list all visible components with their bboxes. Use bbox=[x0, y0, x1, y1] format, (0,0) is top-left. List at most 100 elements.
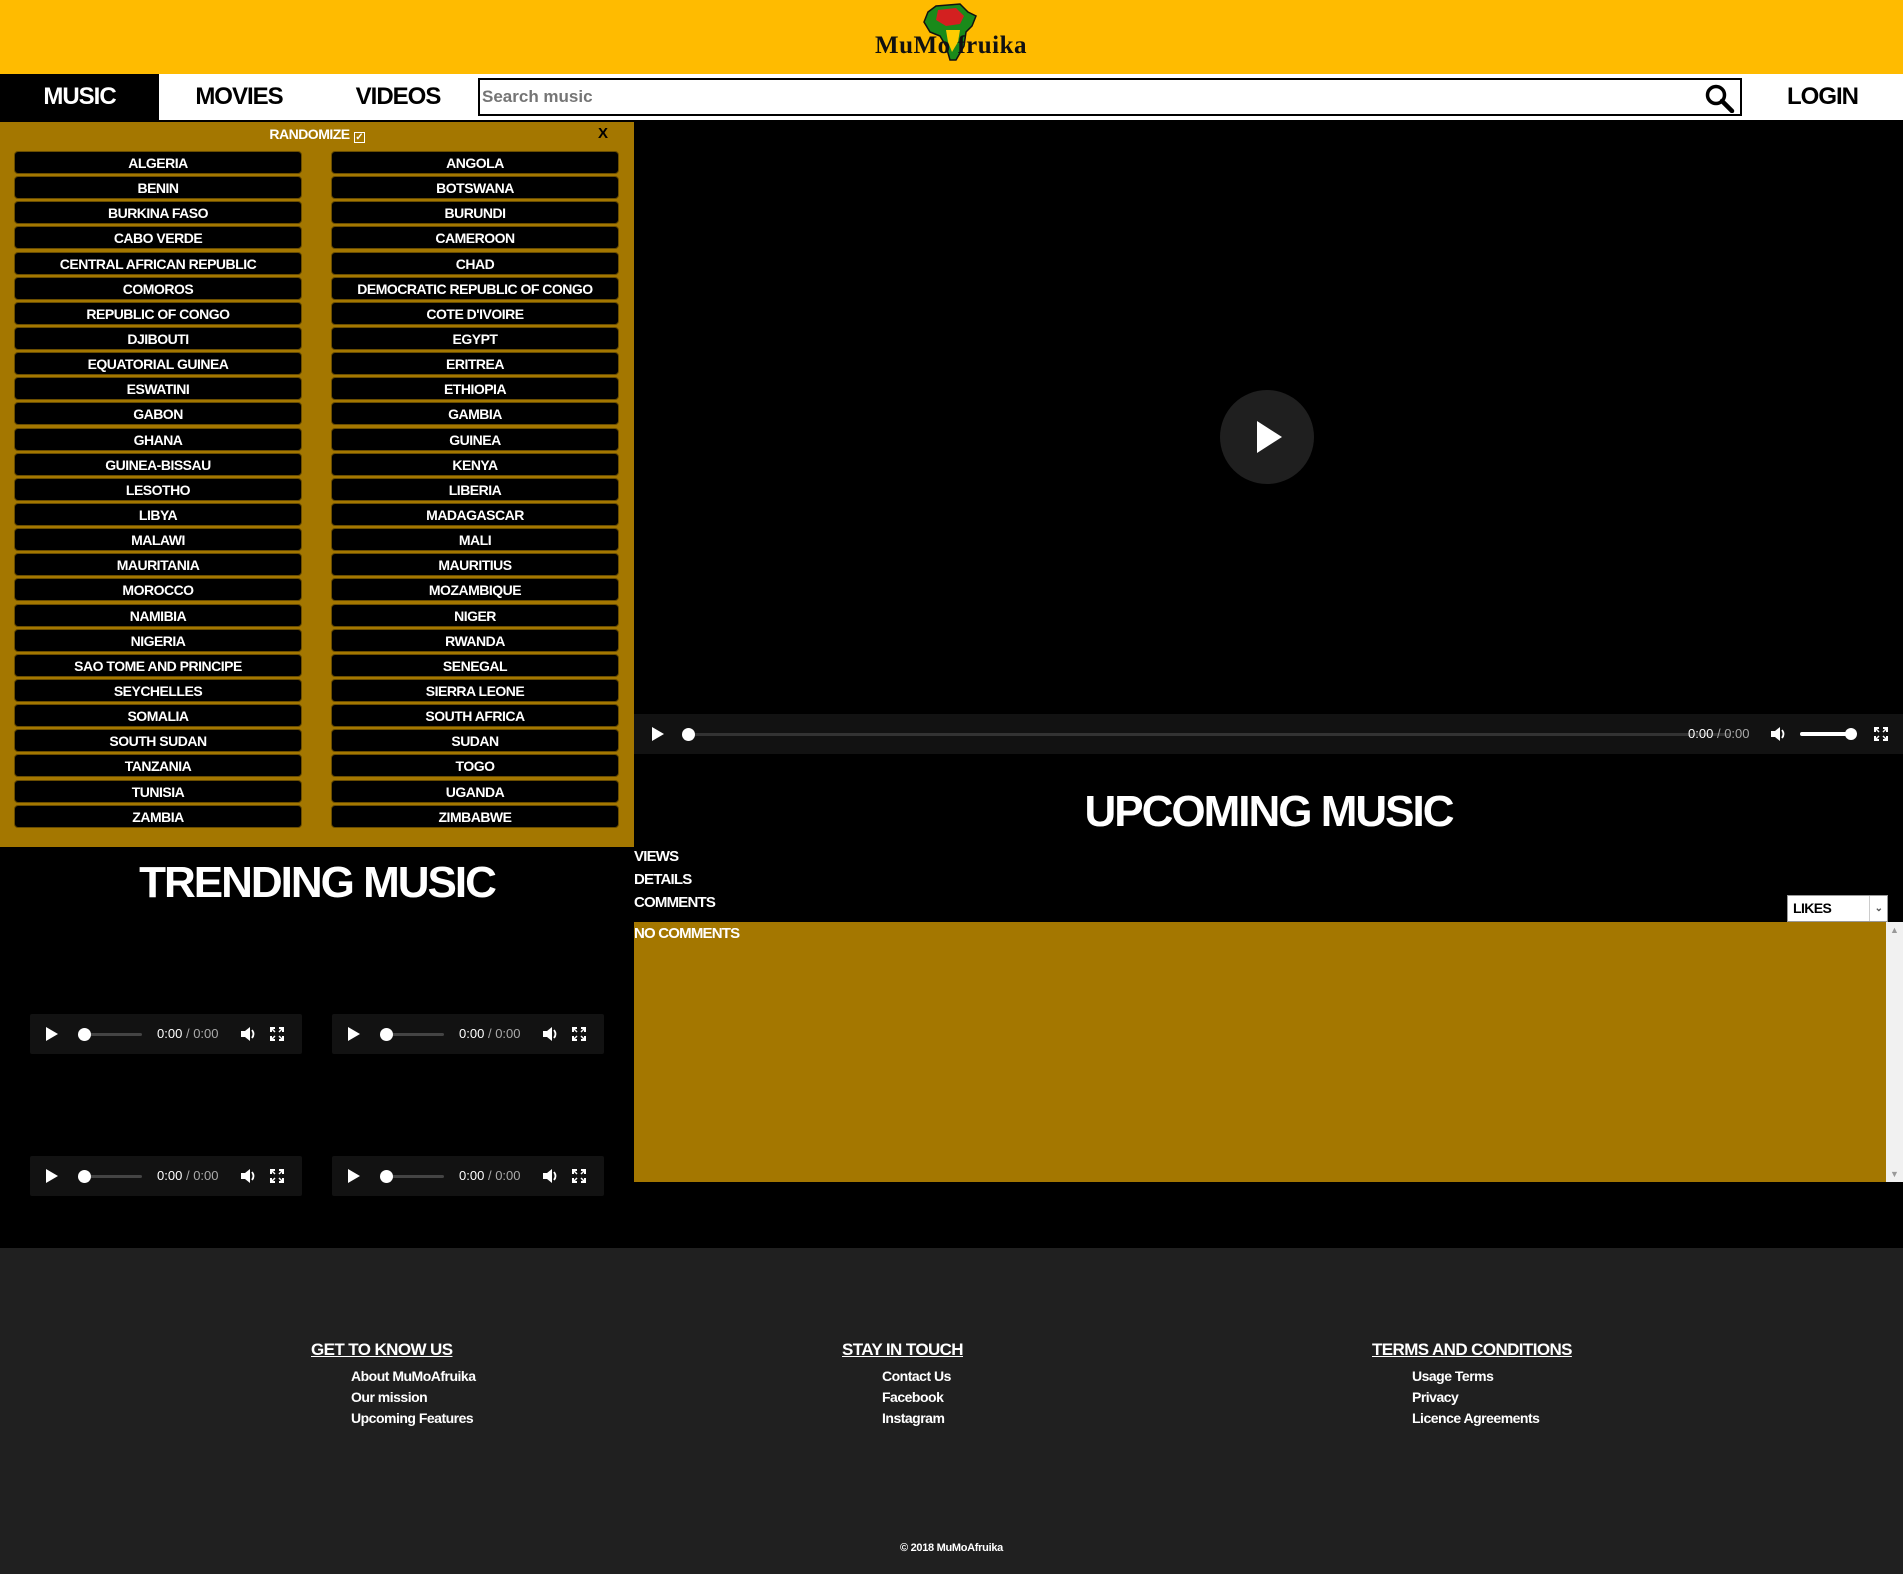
randomize-toggle[interactable]: RANDOMIZE ✓ bbox=[0, 126, 634, 143]
site-logo[interactable]: MuMo fruika bbox=[856, 2, 1046, 72]
country-button[interactable]: MADAGASCAR bbox=[331, 502, 619, 526]
country-button[interactable]: DJIBOUTI bbox=[14, 326, 302, 350]
country-button[interactable]: ZIMBABWE bbox=[331, 804, 619, 828]
country-button[interactable]: MOROCCO bbox=[14, 578, 302, 602]
country-button[interactable]: BOTSWANA bbox=[331, 176, 619, 200]
volume-icon[interactable] bbox=[1770, 726, 1788, 742]
country-button[interactable]: SUDAN bbox=[331, 729, 619, 753]
progress-bar[interactable] bbox=[686, 733, 1730, 736]
country-button[interactable]: CHAD bbox=[331, 251, 619, 275]
country-button[interactable]: GAMBIA bbox=[331, 402, 619, 426]
country-button[interactable]: KENYA bbox=[331, 452, 619, 476]
footer-link[interactable]: Instagram bbox=[882, 1408, 963, 1429]
country-button[interactable]: EGYPT bbox=[331, 326, 619, 350]
tab-music[interactable]: MUSIC bbox=[0, 74, 159, 120]
main-video-player[interactable]: 0:00 / 0:00 bbox=[634, 122, 1903, 754]
country-button[interactable]: SIERRA LEONE bbox=[331, 678, 619, 702]
country-button[interactable]: TUNISIA bbox=[14, 779, 302, 803]
country-button[interactable]: COTE D'IVOIRE bbox=[331, 301, 619, 325]
country-button[interactable]: SENEGAL bbox=[331, 653, 619, 677]
login-button[interactable]: LOGIN bbox=[1742, 74, 1903, 120]
fullscreen-icon[interactable] bbox=[1874, 727, 1888, 741]
footer-link[interactable]: Contact Us bbox=[882, 1366, 963, 1387]
country-button[interactable]: TOGO bbox=[331, 754, 619, 778]
volume-icon[interactable] bbox=[542, 1026, 560, 1042]
country-button[interactable]: UGANDA bbox=[331, 779, 619, 803]
play-icon[interactable] bbox=[348, 1027, 360, 1041]
country-button[interactable]: NIGERIA bbox=[14, 628, 302, 652]
footer-link[interactable]: Upcoming Features bbox=[351, 1408, 475, 1429]
progress-knob[interactable] bbox=[78, 1170, 91, 1183]
scroll-up-icon[interactable]: ▲ bbox=[1890, 925, 1899, 935]
footer-link[interactable]: About MuMoAfruika bbox=[351, 1366, 476, 1387]
country-button[interactable]: ETHIOPIA bbox=[331, 377, 619, 401]
country-button[interactable]: GUINEA bbox=[331, 427, 619, 451]
country-button[interactable]: ZAMBIA bbox=[14, 804, 302, 828]
volume-icon[interactable] bbox=[542, 1168, 560, 1184]
fullscreen-icon[interactable] bbox=[270, 1027, 284, 1041]
country-button[interactable]: SAO TOME AND PRINCIPE bbox=[14, 653, 302, 677]
country-button[interactable]: GHANA bbox=[14, 427, 302, 451]
big-play-button[interactable] bbox=[1220, 390, 1314, 484]
search-icon[interactable] bbox=[1704, 83, 1736, 113]
footer-link[interactable]: Usage Terms bbox=[1412, 1366, 1572, 1387]
views-link[interactable]: VIEWS bbox=[634, 848, 679, 865]
country-button[interactable]: CENTRAL AFRICAN REPUBLIC bbox=[14, 251, 302, 275]
country-button[interactable]: CABO VERDE bbox=[14, 226, 302, 250]
play-icon[interactable] bbox=[46, 1169, 58, 1183]
country-button[interactable]: MAURITIUS bbox=[331, 553, 619, 577]
sort-select[interactable]: LIKES ⌄ bbox=[1787, 895, 1888, 922]
country-button[interactable]: ERITREA bbox=[331, 352, 619, 376]
play-icon[interactable] bbox=[46, 1027, 58, 1041]
country-button[interactable]: LIBYA bbox=[14, 502, 302, 526]
country-button[interactable]: NIGER bbox=[331, 603, 619, 627]
trending-audio-player[interactable]: 0:00 / 0:00 bbox=[30, 1156, 302, 1196]
scroll-down-icon[interactable]: ▼ bbox=[1890, 1169, 1899, 1179]
trending-audio-player[interactable]: 0:00 / 0:00 bbox=[332, 1014, 604, 1054]
country-button[interactable]: BURKINA FASO bbox=[14, 201, 302, 225]
play-icon[interactable] bbox=[348, 1169, 360, 1183]
randomize-checkbox[interactable]: ✓ bbox=[353, 132, 365, 143]
country-button[interactable]: MALAWI bbox=[14, 528, 302, 552]
country-button[interactable]: LESOTHO bbox=[14, 477, 302, 501]
country-button[interactable]: ANGOLA bbox=[331, 151, 619, 174]
footer-link[interactable]: Licence Agreements bbox=[1412, 1408, 1572, 1429]
country-button[interactable]: GABON bbox=[14, 402, 302, 426]
progress-knob[interactable] bbox=[380, 1028, 393, 1041]
play-icon[interactable] bbox=[652, 727, 664, 741]
fullscreen-icon[interactable] bbox=[270, 1169, 284, 1183]
close-panel-button[interactable]: X bbox=[598, 125, 608, 142]
country-button[interactable]: NAMIBIA bbox=[14, 603, 302, 627]
country-button[interactable]: ALGERIA bbox=[14, 151, 302, 174]
country-button[interactable]: SEYCHELLES bbox=[14, 678, 302, 702]
footer-link[interactable]: Privacy bbox=[1412, 1387, 1572, 1408]
footer-link[interactable]: Our mission bbox=[351, 1387, 475, 1408]
volume-knob[interactable] bbox=[1845, 728, 1857, 740]
country-button[interactable]: SOUTH SUDAN bbox=[14, 729, 302, 753]
country-button[interactable]: EQUATORIAL GUINEA bbox=[14, 352, 302, 376]
country-button[interactable]: RWANDA bbox=[331, 628, 619, 652]
country-button[interactable]: SOMALIA bbox=[14, 704, 302, 728]
trending-audio-player[interactable]: 0:00 / 0:00 bbox=[30, 1014, 302, 1054]
country-button[interactable]: GUINEA-BISSAU bbox=[14, 452, 302, 476]
country-button[interactable]: BENIN bbox=[14, 176, 302, 200]
tab-videos[interactable]: VIDEOS bbox=[319, 74, 477, 120]
country-button[interactable]: ESWATINI bbox=[14, 377, 302, 401]
country-button[interactable]: MALI bbox=[331, 528, 619, 552]
trending-audio-player[interactable]: 0:00 / 0:00 bbox=[332, 1156, 604, 1196]
comments-link[interactable]: COMMENTS bbox=[634, 894, 716, 911]
country-button[interactable]: MOZAMBIQUE bbox=[331, 578, 619, 602]
progress-knob[interactable] bbox=[380, 1170, 393, 1183]
search-input[interactable] bbox=[482, 82, 1692, 112]
tab-movies[interactable]: MOVIES bbox=[159, 74, 319, 120]
country-button[interactable]: COMOROS bbox=[14, 276, 302, 300]
country-button[interactable]: CAMEROON bbox=[331, 226, 619, 250]
details-link[interactable]: DETAILS bbox=[634, 871, 692, 888]
country-button[interactable]: MAURITANIA bbox=[14, 553, 302, 577]
volume-icon[interactable] bbox=[240, 1168, 258, 1184]
country-button[interactable]: LIBERIA bbox=[331, 477, 619, 501]
country-button[interactable]: SOUTH AFRICA bbox=[331, 704, 619, 728]
country-button[interactable]: BURUNDI bbox=[331, 201, 619, 225]
country-button[interactable]: REPUBLIC OF CONGO bbox=[14, 301, 302, 325]
fullscreen-icon[interactable] bbox=[572, 1169, 586, 1183]
